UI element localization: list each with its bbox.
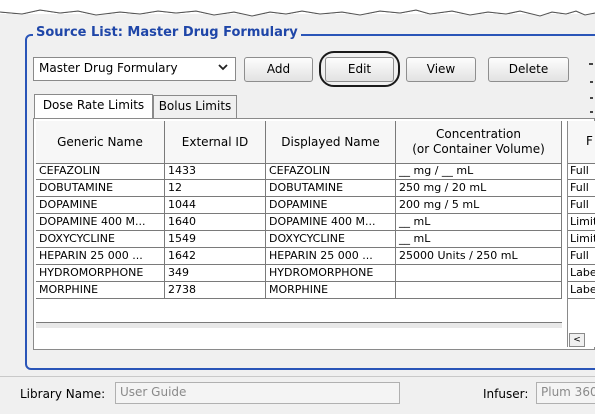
second-table-partial[interactable]: F Full Full Full Limit Limit Full Labe Labe <	[567, 121, 595, 347]
table-cell-concentration	[396, 282, 562, 298]
column-header-generic-name-label: Generic Name	[57, 134, 143, 149]
table-cell-generic: DOXYCYCLINE	[36, 231, 165, 247]
view-button-label: View	[426, 62, 456, 76]
drug-table[interactable]: Generic Name External ID Displayed Name …	[36, 121, 562, 328]
column-header-displayed-name-label: Displayed Name	[281, 134, 380, 149]
table-cell-concentration: 25000 Units / 250 mL	[396, 248, 562, 264]
table-row[interactable]: DOPAMINE 400 M... 1640 DOPAMINE 400 M... __…	[36, 214, 562, 231]
second-table-row[interactable]: Full	[568, 197, 595, 214]
second-table-body: Full Full Full Limit Limit Full Labe Labe	[568, 163, 595, 303]
table-cell-external-id: 2738	[165, 282, 266, 298]
table-cell-external-id: 349	[165, 265, 266, 281]
source-list-dropdown[interactable]: Master Drug Formulary	[33, 57, 236, 81]
infuser-label: Infuser:	[483, 387, 529, 401]
second-table-row[interactable]: Full	[568, 163, 595, 180]
second-table-row[interactable]: Labe	[568, 282, 595, 299]
table-cell-generic: HEPARIN 25 000 ...	[36, 248, 165, 264]
library-name-value: User Guide	[120, 385, 187, 399]
tab-bolus-limits-label: Bolus Limits	[158, 99, 232, 113]
table-cell-displayed: HEPARIN 25 000 ...	[266, 248, 396, 264]
table-cell-generic: DOBUTAMINE	[36, 180, 165, 196]
table-cell-concentration: 200 mg / 5 mL	[396, 197, 562, 213]
library-name-label: Library Name:	[20, 387, 106, 401]
column-header-concentration-label: Concentration	[436, 127, 521, 141]
table-cell-external-id: 1642	[165, 248, 266, 264]
second-table-row[interactable]: Full	[568, 180, 595, 197]
delete-button-label: Delete	[508, 62, 549, 76]
cut-off-scroll-arrows	[589, 63, 593, 113]
table-cell-generic: DOPAMINE	[36, 197, 165, 213]
infuser-field[interactable]: Plum 360	[536, 382, 595, 404]
tab-dose-rate-limits[interactable]: Dose Rate Limits	[34, 94, 153, 119]
screenshot-frame: Source List: Master Drug Formulary Maste…	[0, 0, 595, 414]
table-cell-displayed: HYDROMORPHONE	[266, 265, 396, 281]
second-table-row[interactable]: Labe	[568, 265, 595, 282]
scroll-left-button[interactable]: <	[569, 333, 585, 347]
column-header-external-id[interactable]: External ID	[165, 121, 266, 163]
column-header-external-id-label: External ID	[181, 134, 249, 149]
table-cell-generic: DOPAMINE 400 M...	[36, 214, 165, 230]
table-cell-generic: HYDROMORPHONE	[36, 265, 165, 281]
chevron-down-icon	[218, 64, 228, 71]
table-row[interactable]: DOBUTAMINE 12 DOBUTAMINE 250 mg / 20 mL	[36, 180, 562, 197]
column-header-displayed-name[interactable]: Displayed Name	[266, 121, 396, 163]
table-cell-external-id: 1044	[165, 197, 266, 213]
table-row[interactable]: DOXYCYCLINE 1549 DOXYCYCLINE __ mL	[36, 231, 562, 248]
table-cell-displayed: DOBUTAMINE	[266, 180, 396, 196]
tab-bolus-limits[interactable]: Bolus Limits	[153, 95, 237, 118]
second-table-row[interactable]: Limit	[568, 214, 595, 231]
edit-button-highlight-ring	[319, 51, 400, 87]
source-list-dropdown-value: Master Drug Formulary	[39, 61, 178, 75]
table-cell-external-id: 1549	[165, 231, 266, 247]
infuser-value: Plum 360	[541, 385, 595, 399]
view-button[interactable]: View	[406, 57, 476, 82]
table-cell-external-id: 1433	[165, 163, 266, 179]
table-cell-external-id: 1640	[165, 214, 266, 230]
table-header: Generic Name External ID Displayed Name …	[36, 121, 562, 164]
torn-edge-overlay	[0, 0, 595, 17]
add-button-label: Add	[266, 62, 291, 76]
table-row[interactable]: CEFAZOLIN 1433 CEFAZOLIN __ mg / __ mL	[36, 163, 562, 180]
table-cell-concentration	[396, 265, 562, 281]
add-button[interactable]: Add	[244, 57, 313, 82]
table-row[interactable]: HYDROMORPHONE 349 HYDROMORPHONE	[36, 265, 562, 282]
group-title: Source List: Master Drug Formulary	[33, 25, 301, 40]
table-cell-concentration: __ mg / __ mL	[396, 163, 562, 179]
table-cell-concentration: __ mL	[396, 231, 562, 247]
second-table-header-label: F	[586, 134, 593, 148]
table-cell-displayed: MORPHINE	[266, 282, 396, 298]
chevron-left-icon: <	[573, 335, 581, 345]
library-name-field[interactable]: User Guide	[115, 382, 400, 404]
second-table-header: F	[568, 121, 595, 164]
table-bottom-edge	[36, 322, 562, 328]
table-cell-concentration: __ mL	[396, 214, 562, 230]
table-row[interactable]: DOPAMINE 1044 DOPAMINE 200 mg / 5 mL	[36, 197, 562, 214]
table-row[interactable]: HEPARIN 25 000 ... 1642 HEPARIN 25 000 ...…	[36, 248, 562, 265]
table-row[interactable]: MORPHINE 2738 MORPHINE	[36, 282, 562, 299]
column-header-generic-name[interactable]: Generic Name	[36, 121, 165, 163]
table-cell-generic: MORPHINE	[36, 282, 165, 298]
table-cell-displayed: DOPAMINE	[266, 197, 396, 213]
column-header-concentration-sublabel: (or Container Volume)	[412, 142, 545, 156]
table-cell-displayed: CEFAZOLIN	[266, 163, 396, 179]
column-header-concentration[interactable]: Concentration (or Container Volume)	[396, 121, 562, 163]
second-table-row[interactable]: Full	[568, 248, 595, 265]
tab-dose-rate-limits-label: Dose Rate Limits	[42, 98, 145, 112]
second-table-row[interactable]: Limit	[568, 231, 595, 248]
table-cell-concentration: 250 mg / 20 mL	[396, 180, 562, 196]
table-body: CEFAZOLIN 1433 CEFAZOLIN __ mg / __ mL DOBUT…	[36, 163, 562, 323]
table-cell-generic: CEFAZOLIN	[36, 163, 165, 179]
table-cell-displayed: DOXYCYCLINE	[266, 231, 396, 247]
table-cell-displayed: DOPAMINE 400 M...	[266, 214, 396, 230]
delete-button[interactable]: Delete	[488, 57, 569, 82]
table-cell-external-id: 12	[165, 180, 266, 196]
